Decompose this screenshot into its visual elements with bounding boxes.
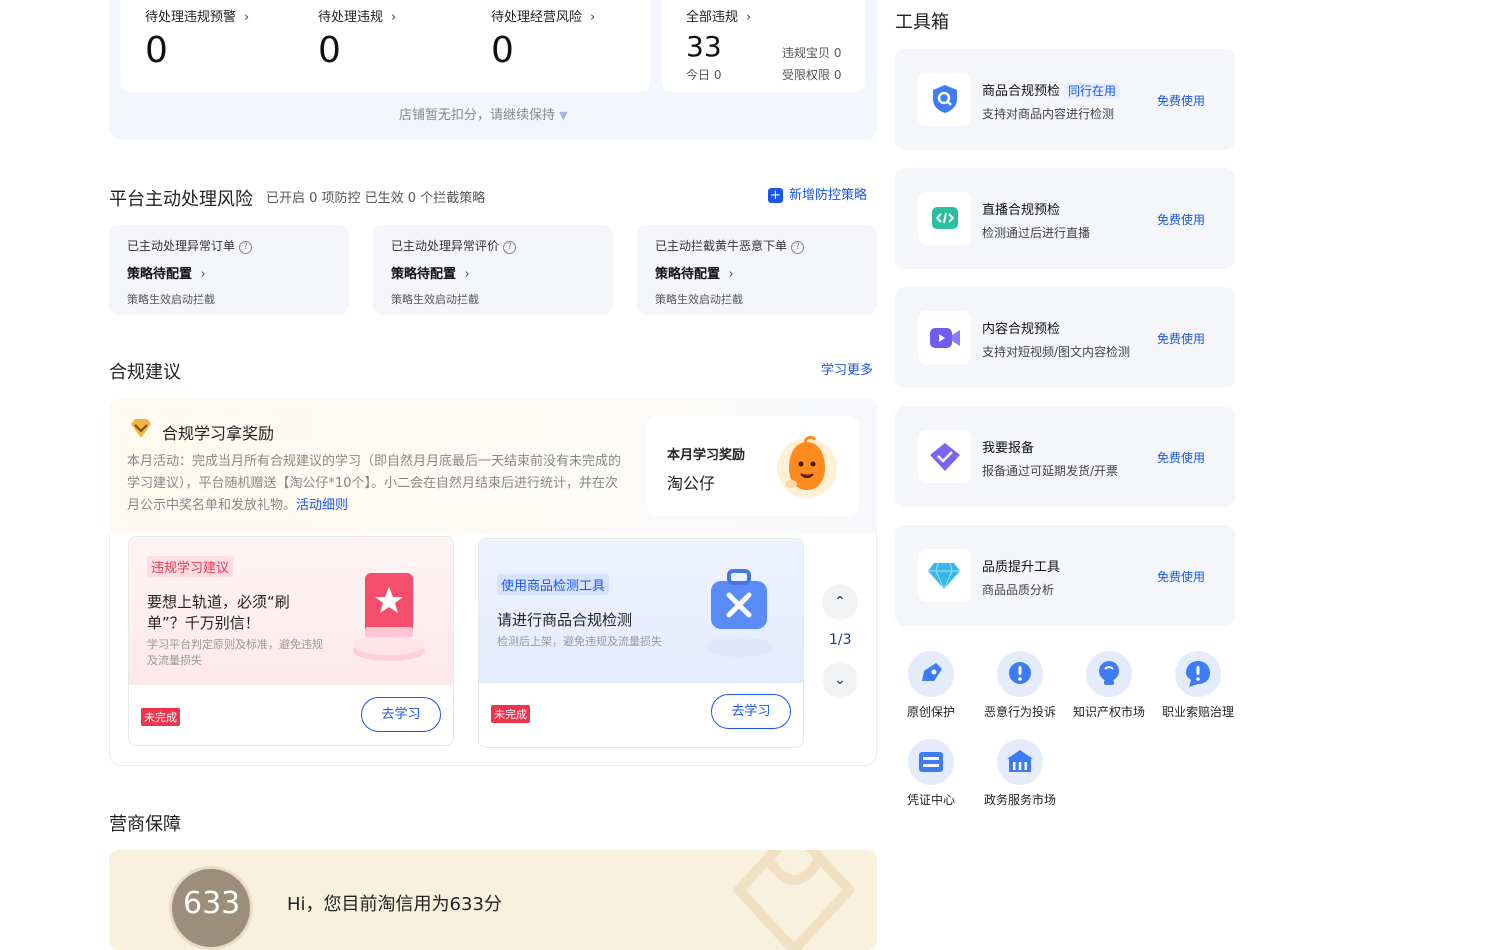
pending-risk-link[interactable]: 待处理经营风险 › [491,6,595,25]
video-icon [930,327,960,353]
quick-link-complaint[interactable]: 恶意行为投诉 [975,651,1065,720]
tool-card[interactable]: 内容合规预检 支持对短视频/图文内容检测 免费使用 [895,287,1235,388]
lesson-tag: 违规学习建议 [147,556,234,577]
caret-down-icon[interactable]: ▼ [559,109,567,122]
chevron-up-icon[interactable]: ⌃ [822,584,858,620]
restricted-count: 受限权限 0 [782,68,842,82]
lesson-card[interactable]: 使用商品检测工具 请进行商品合规检测 检测后上架，避免违规及流量损失 未完成 去… [478,538,804,748]
add-strategy-button[interactable]: + 新增防控策略 [768,184,867,203]
status-badge: 未完成 [141,708,180,726]
all-violations-link[interactable]: 全部违规 › [686,6,751,25]
platform-risk-title: 平台主动处理风险 [109,189,253,210]
pending-warning-count: 0 [145,30,168,71]
platform-risk-info: 已开启 0 项防控 已生效 0 个拦截策略 [266,191,486,206]
quick-link-original-protection[interactable]: 原创保护 [886,651,976,720]
quick-link-claim-governance[interactable]: 职业索赔治理 [1153,651,1243,720]
lesson-title: 请进行商品合规检测 [497,611,633,629]
risk-card-reviews[interactable]: 已主动处理异常评价? 策略待配置 › 策略生效启动拦截 [373,225,613,315]
free-use-button[interactable]: 免费使用 [1157,92,1205,109]
pager-indicator: 1/3 [829,632,852,648]
risk-card-scalpers[interactable]: 已主动拦截黄牛恶意下单? 策略待配置 › 策略生效启动拦截 [637,225,877,315]
strategy-config-link[interactable]: 策略待配置 › [391,263,470,282]
pending-risk-count: 0 [491,30,514,71]
pending-violation-count: 0 [318,30,341,71]
diamond-icon [928,562,960,593]
all-violations-count: 33 [686,30,722,63]
alert-icon [997,651,1043,697]
free-use-button[interactable]: 免费使用 [1157,568,1205,585]
lesson-title: 要想上轨道，必须“刷单”？千万别信！ [147,593,290,632]
lesson-tag: 使用商品检测工具 [497,574,610,595]
chevron-down-icon[interactable]: ⌄ [822,662,858,698]
shield-search-icon [931,84,959,118]
advice-title: 合规建议 [109,362,181,383]
strategy-config-link[interactable]: 策略待配置 › [127,263,206,282]
toolbox-icon [701,567,781,671]
violated-items-count: 违规宝贝 0 [782,46,842,60]
risk-card-orders[interactable]: 已主动处理异常订单? 策略待配置 › 策略生效启动拦截 [109,225,349,315]
bulb-icon [1086,651,1132,697]
tool-card[interactable]: 我要报备 报备通过可延期发货/开票 免费使用 [895,406,1235,507]
quick-link-ip-market[interactable]: 知识产权市场 [1064,651,1154,720]
decorative-emblem [729,850,859,950]
warning-icon [1175,651,1221,697]
free-use-button[interactable]: 免费使用 [1157,330,1205,347]
medal-icon [129,418,153,444]
lesson-card[interactable]: 违规学习建议 要想上轨道，必须“刷单”？千万别信！ 学习平台判定原则及标准，避免… [128,536,454,746]
tool-card[interactable]: 品质提升工具 商品品质分析 免费使用 [895,525,1235,626]
help-icon[interactable]: ? [791,241,805,254]
guarantee-title: 营商保障 [109,814,181,835]
help-icon[interactable]: ? [503,241,517,254]
plus-icon: + [768,188,783,203]
monthly-reward-card: 本月学习奖励 淘公仔 [647,416,859,516]
quick-link-government-market[interactable]: 政务服务市场 [975,739,1065,808]
pending-warning-link[interactable]: 待处理违规预警 › [145,6,249,25]
tool-card[interactable]: 直播合规预检 检测通过后进行直播 免费使用 [895,168,1235,269]
pending-violation-link[interactable]: 待处理违规 › [318,6,396,25]
tool-card[interactable]: 商品合规预检 同行在用 支持对商品内容进行检测 免费使用 [895,49,1235,150]
today-count: 今日 0 [686,68,722,82]
book-icon [349,565,429,669]
voucher-icon [908,739,954,785]
lesson-desc: 检测后上架，避免违规及流量损失 [497,635,662,648]
reward-description: 本月活动：完成当月所有合规建议的学习（即自然月月底最后一天结束前没有未完成的学习… [127,454,622,513]
strategy-config-link[interactable]: 策略待配置 › [655,263,734,282]
go-learn-button[interactable]: 去学习 [361,697,441,732]
quick-link-voucher-center[interactable]: 凭证中心 [886,739,976,808]
toolbox-title: 工具箱 [895,12,949,33]
credit-greeting: Hi，您目前淘信用为633分 [287,894,502,915]
deduction-status: 店铺暂无扣分，请继续保持 ▼ [399,108,568,123]
mascot-image [775,434,839,504]
free-use-button[interactable]: 免费使用 [1157,449,1205,466]
report-check-icon [930,443,960,475]
go-learn-button[interactable]: 去学习 [711,694,791,729]
help-icon[interactable]: ? [239,241,253,254]
credit-banner: 633 Hi，您目前淘信用为633分 [109,850,877,950]
reward-title: 合规学习拿奖励 [162,424,275,443]
free-use-button[interactable]: 免费使用 [1157,211,1205,228]
learn-more-link[interactable]: 学习更多 [821,359,873,378]
pen-icon [908,651,954,697]
credit-score: 633 [183,886,241,921]
code-icon [932,207,958,233]
status-badge: 未完成 [491,705,530,723]
peer-using-tag: 同行在用 [1064,83,1121,99]
government-icon [997,739,1043,785]
rules-link[interactable]: 活动细则 [296,498,348,513]
lesson-desc: 学习平台判定原则及标准，避免违规及流量损失 [147,638,323,667]
